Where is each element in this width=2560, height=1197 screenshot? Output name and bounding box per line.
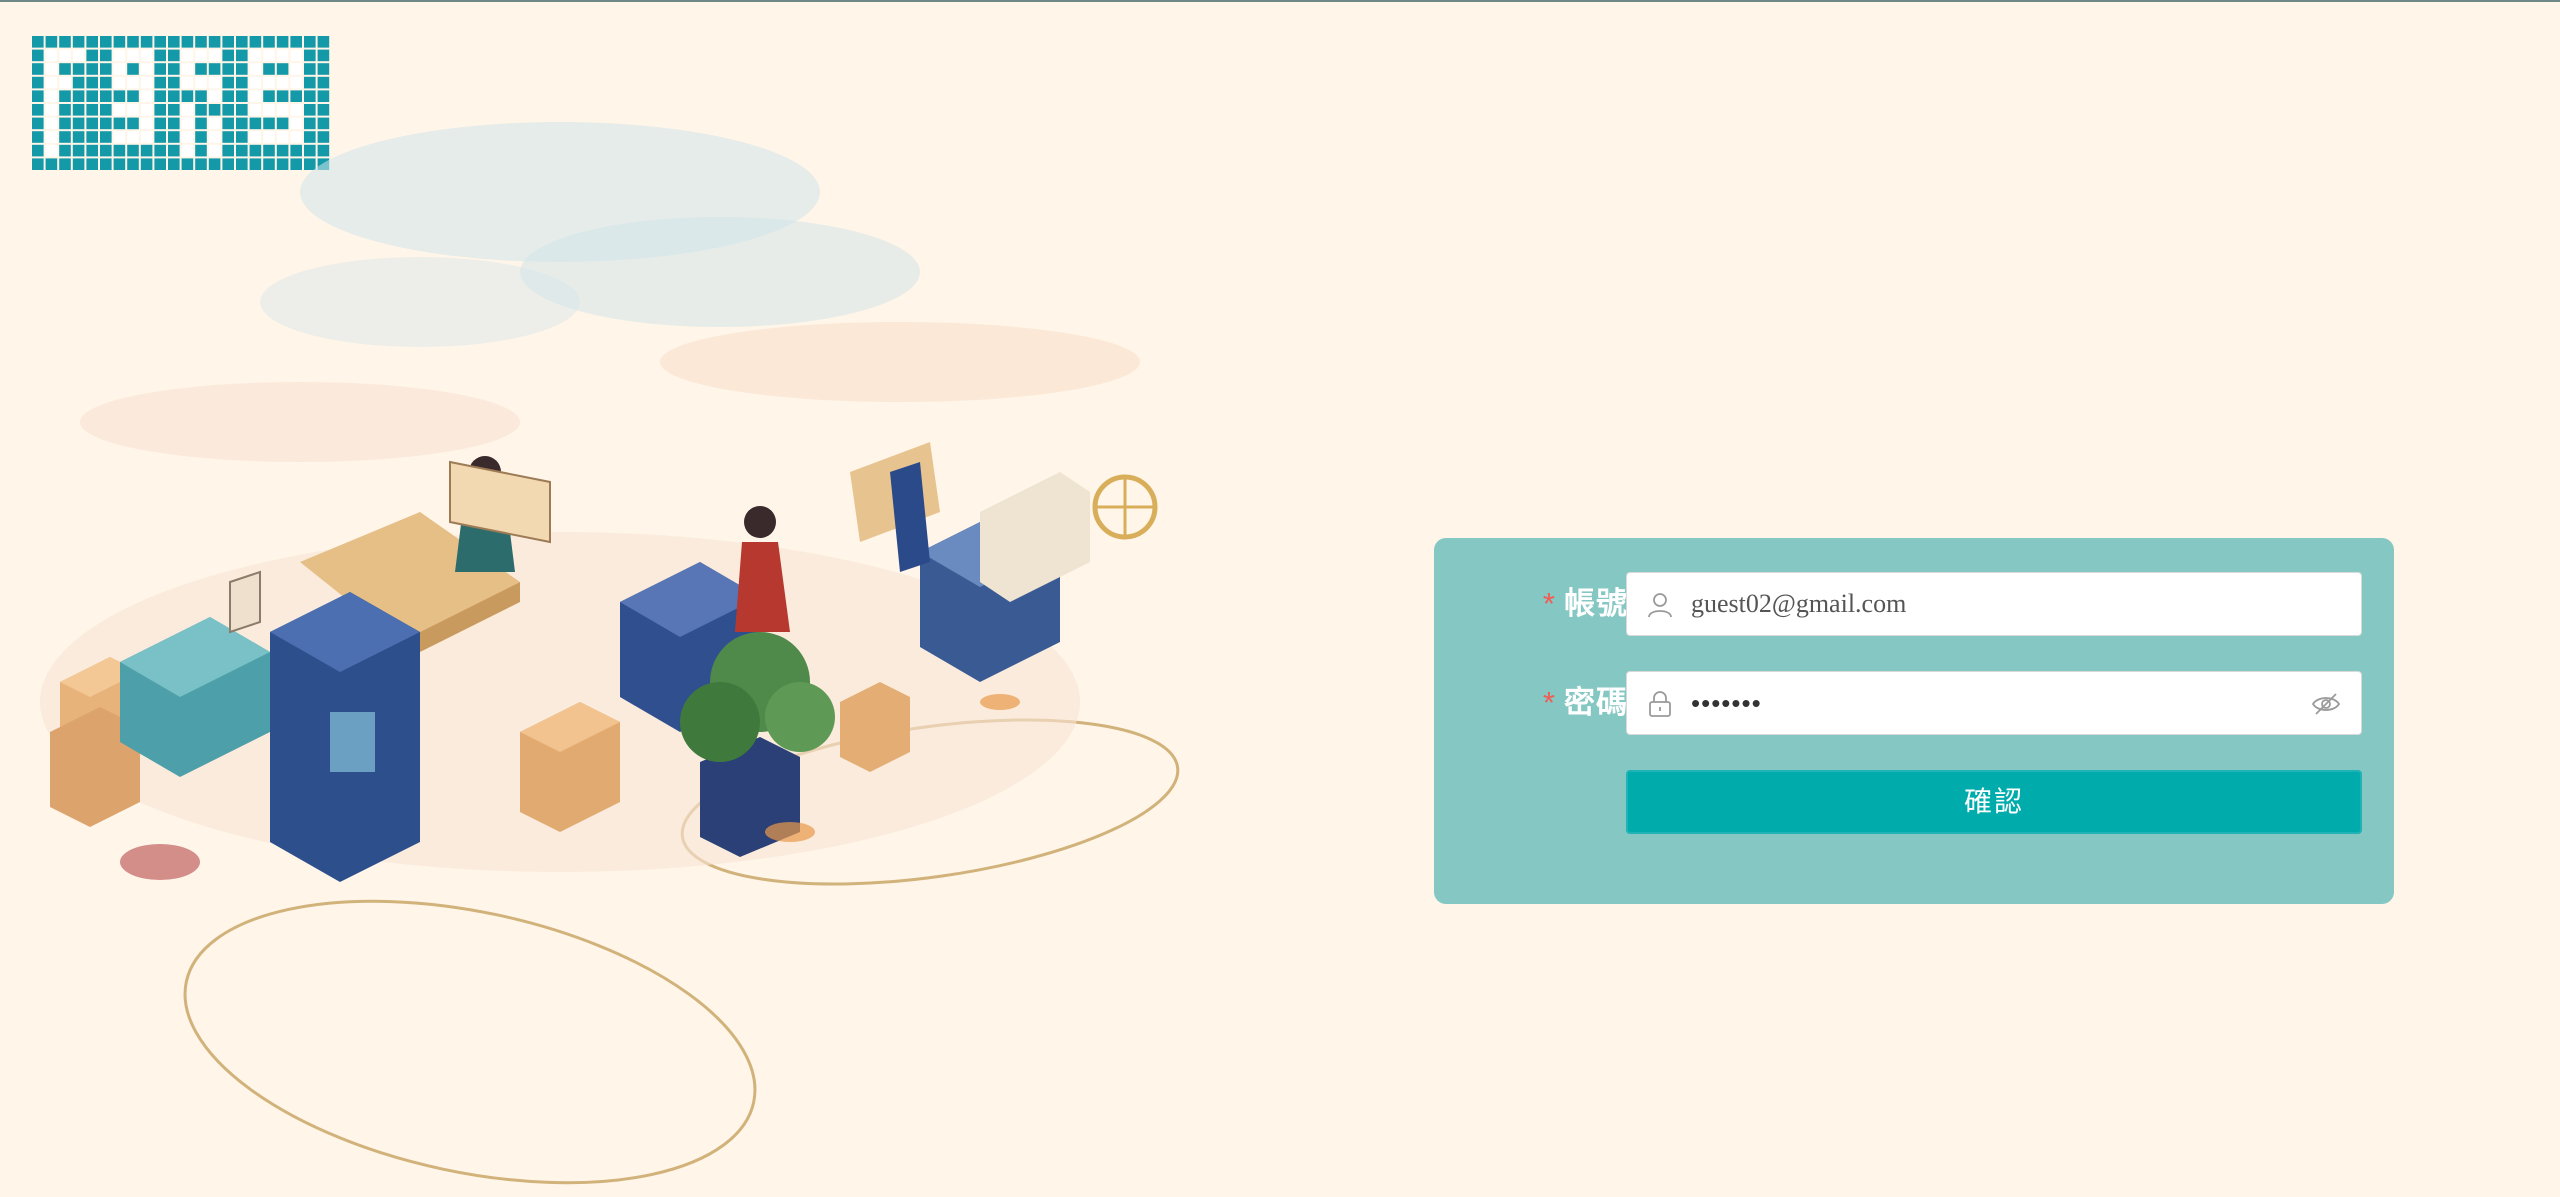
illustration	[40, 122, 1180, 1185]
required-marker: *	[1542, 586, 1556, 621]
password-input[interactable]: •••••••	[1626, 671, 2362, 735]
confirm-button[interactable]: 確認	[1626, 770, 2362, 834]
account-row: * 帳號 guest02@gmail.com	[1434, 572, 2394, 636]
submit-row: 確認	[1434, 770, 2394, 834]
password-label-text: 密碼	[1564, 685, 1628, 720]
password-label: * 密碼	[1500, 671, 1628, 735]
login-form-panel: * 帳號 guest02@gmail.com * 密碼 ••••••• 確認	[1434, 538, 2394, 904]
password-row: * 密碼 •••••••	[1434, 671, 2394, 735]
eye-slash-icon[interactable]	[2311, 691, 2341, 717]
lock-icon	[1649, 691, 1671, 717]
account-label: * 帳號	[1500, 572, 1628, 636]
account-label-text: 帳號	[1564, 586, 1628, 621]
password-input-value: •••••••	[1691, 688, 1762, 718]
account-input-value: guest02@gmail.com	[1691, 589, 1907, 618]
user-icon	[1648, 593, 1672, 618]
login-page: * 帳號 guest02@gmail.com * 密碼 ••••••• 確認	[0, 0, 2560, 1197]
required-marker: *	[1542, 685, 1556, 720]
account-input[interactable]: guest02@gmail.com	[1626, 572, 2362, 636]
